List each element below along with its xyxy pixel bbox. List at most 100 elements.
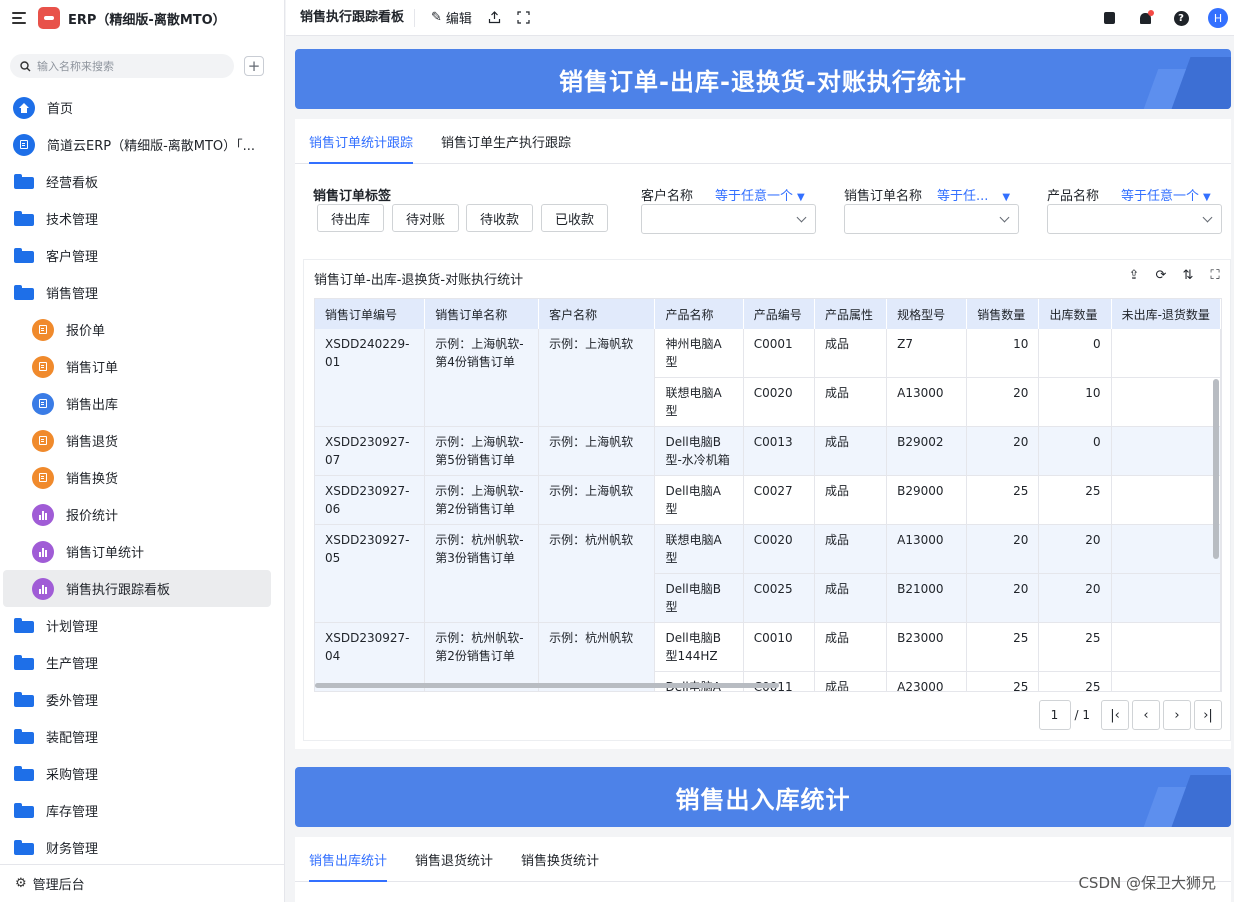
sidebar-item-dashboard[interactable]: 经营看板 [0, 163, 285, 200]
fullscreen-button[interactable] [517, 11, 530, 24]
share-button[interactable] [488, 11, 501, 24]
table-row[interactable]: XSDD230927-04 示例：杭州帆软-第2份销售订单 示例：杭州帆软 Dell电… [315, 622, 1221, 691]
avatar[interactable]: H [1208, 8, 1228, 28]
cell-product: Dell电脑A型 [654, 475, 744, 525]
cell-qty: 20 [966, 573, 1040, 623]
cell-attr: 成品 [814, 329, 888, 378]
upload-icon [488, 11, 501, 24]
first-page-button[interactable]: |‹ [1101, 700, 1129, 730]
sidebar-item-sales-exchange[interactable]: 销售换货 [0, 459, 285, 496]
fullscreen-icon[interactable]: ⛶ [1208, 269, 1222, 283]
data-table-viewport[interactable]: 销售订单编号 销售订单名称 客户名称 产品名称 产品编号 产品属性 规格型号 销售数量 出库数量… [314, 298, 1222, 692]
cell-spec: B23000 [886, 622, 968, 672]
sidebar-item-home[interactable]: 首页 [0, 89, 285, 126]
admin-link[interactable]: ⚙ 管理后台 [0, 864, 285, 902]
cell-order-no: XSDD230927-04 [315, 622, 426, 691]
tab-tabs1-1[interactable]: 销售订单生产执行跟踪 [441, 119, 571, 163]
sidebar-item-label: 计划管理 [46, 620, 99, 635]
horizontal-scrollbar[interactable] [315, 683, 779, 688]
sidebar: ERP（精细版-离散MTO） + 首页简道云ERP（精细版-离散MTO）「...… [0, 0, 285, 902]
sidebar-item-execution-board[interactable]: 销售执行跟踪看板 [3, 570, 271, 607]
sidebar-item-label: 报价统计 [66, 509, 119, 524]
bar-chart-icon [32, 503, 54, 526]
sidebar-item-purchasing[interactable]: 采购管理 [0, 755, 285, 792]
sidebar-item-planning[interactable]: 计划管理 [0, 607, 285, 644]
sidebar-item-erp-app[interactable]: 简道云ERP（精细版-离散MTO）「... [0, 126, 285, 163]
page-number-input[interactable]: 1 [1038, 700, 1071, 730]
sidebar-item-production[interactable]: 生产管理 [0, 644, 285, 681]
vertical-scrollbar[interactable] [1213, 379, 1219, 559]
sidebar-item-sales-return[interactable]: 销售退货 [0, 422, 285, 459]
sidebar-item-sales-outbound[interactable]: 销售出库 [0, 385, 285, 422]
column-header[interactable]: 产品属性 [814, 299, 888, 329]
edit-label: 编辑 [445, 12, 472, 27]
sidebar-item-order-stats[interactable]: 销售订单统计 [0, 533, 285, 570]
column-header[interactable]: 销售订单编号 [315, 299, 426, 329]
cell-out: 0 [1038, 329, 1112, 378]
last-page-button[interactable]: ›| [1194, 700, 1222, 730]
chevron-down-icon [1202, 212, 1213, 223]
docs-button[interactable] [1100, 9, 1118, 27]
banner-sales-execution: 销售订单-出库-退换货-对账执行统计 [295, 49, 1231, 109]
prev-page-button[interactable]: ‹ [1132, 700, 1160, 730]
tag-pending-reconcile[interactable]: 待对账 [392, 204, 459, 232]
sidebar-item-outsourcing[interactable]: 委外管理 [0, 681, 285, 718]
help-button[interactable]: ? [1172, 9, 1190, 27]
order-select[interactable] [844, 204, 1019, 234]
customer-condition-dropdown[interactable]: 等于任意一个 ▼ [715, 185, 805, 204]
sort-icon[interactable]: ⇅ [1181, 269, 1195, 283]
sidebar-item-label: 销售换货 [66, 472, 119, 487]
sidebar-item-assembly[interactable]: 装配管理 [0, 718, 285, 755]
document-icon [32, 466, 54, 489]
cell-customer: 示例：上海帆软 [538, 426, 656, 476]
cell-not-out-return [1111, 524, 1221, 574]
column-header[interactable]: 出库数量 [1038, 299, 1112, 329]
sidebar-item-finance[interactable]: 财务管理 [0, 829, 285, 866]
sidebar-item-quote-stats[interactable]: 报价统计 [0, 496, 285, 533]
tab-tabs2-0[interactable]: 销售出库统计 [309, 837, 388, 882]
tab-tabs2-1[interactable]: 销售退货统计 [415, 837, 493, 881]
hamburger-menu-icon[interactable] [12, 12, 26, 24]
product-select[interactable] [1047, 204, 1222, 234]
sidebar-item-quote[interactable]: 报价单 [0, 311, 285, 348]
table-row[interactable]: XSDD230927-05 示例：杭州帆软-第3份销售订单 示例：杭州帆软 联想电脑A… [315, 524, 1221, 623]
caret-down-icon: ▼ [1203, 192, 1211, 203]
column-header[interactable]: 产品编号 [743, 299, 815, 329]
sidebar-item-sales-order[interactable]: 销售订单 [0, 348, 285, 385]
sidebar-item-tech[interactable]: 技术管理 [0, 200, 285, 237]
sidebar-item-label: 财务管理 [46, 842, 99, 857]
column-header[interactable]: 销售订单名称 [424, 299, 540, 329]
next-page-button[interactable]: › [1163, 700, 1191, 730]
tab-tabs2-2[interactable]: 销售换货统计 [521, 837, 599, 881]
order-condition-dropdown[interactable]: 等于任... ▼ [937, 185, 1010, 204]
export-icon[interactable]: ⇪ [1127, 269, 1141, 283]
tag-paid[interactable]: 已收款 [541, 204, 608, 232]
product-condition-dropdown[interactable]: 等于任意一个 ▼ [1121, 185, 1211, 204]
column-header[interactable]: 产品名称 [654, 299, 744, 329]
table-row[interactable]: XSDD230927-07 示例：上海帆软-第5份销售订单 示例：上海帆软 Dell电… [315, 426, 1221, 476]
cell-code: C0020 [743, 524, 815, 574]
search-box[interactable] [10, 54, 234, 78]
edit-button[interactable]: ✎ 编辑 [431, 8, 472, 27]
tag-pending-payment[interactable]: 待收款 [466, 204, 533, 232]
sidebar-item-customer[interactable]: 客户管理 [0, 237, 285, 274]
cell-out: 25 [1038, 475, 1112, 525]
sidebar-item-inventory[interactable]: 库存管理 [0, 792, 285, 829]
tab-tabs1-0[interactable]: 销售订单统计跟踪 [309, 119, 414, 164]
cell-customer: 示例：上海帆软 [538, 475, 656, 525]
cell-product: Dell电脑B型 [654, 573, 744, 623]
table-row[interactable]: XSDD230927-06 示例：上海帆软-第2份销售订单 示例：上海帆软 Dell电… [315, 475, 1221, 525]
notifications-button[interactable] [1136, 9, 1154, 27]
tag-pending-outbound[interactable]: 待出库 [317, 204, 384, 232]
sidebar-item-sales[interactable]: 销售管理 [0, 274, 285, 311]
column-header[interactable]: 规格型号 [886, 299, 968, 329]
banner-title: 销售订单-出库-退换货-对账执行统计 [559, 67, 967, 96]
customer-select[interactable] [641, 204, 816, 234]
search-input[interactable] [37, 59, 217, 73]
column-header[interactable]: 未出库-退货数量 [1111, 299, 1221, 329]
add-button[interactable]: + [244, 56, 264, 76]
table-row[interactable]: XSDD240229-01 示例：上海帆软-第4份销售订单 示例：上海帆软 神州电脑A… [315, 329, 1221, 427]
column-header[interactable]: 客户名称 [538, 299, 656, 329]
refresh-icon[interactable]: ⟳ [1154, 269, 1168, 283]
column-header[interactable]: 销售数量 [966, 299, 1040, 329]
